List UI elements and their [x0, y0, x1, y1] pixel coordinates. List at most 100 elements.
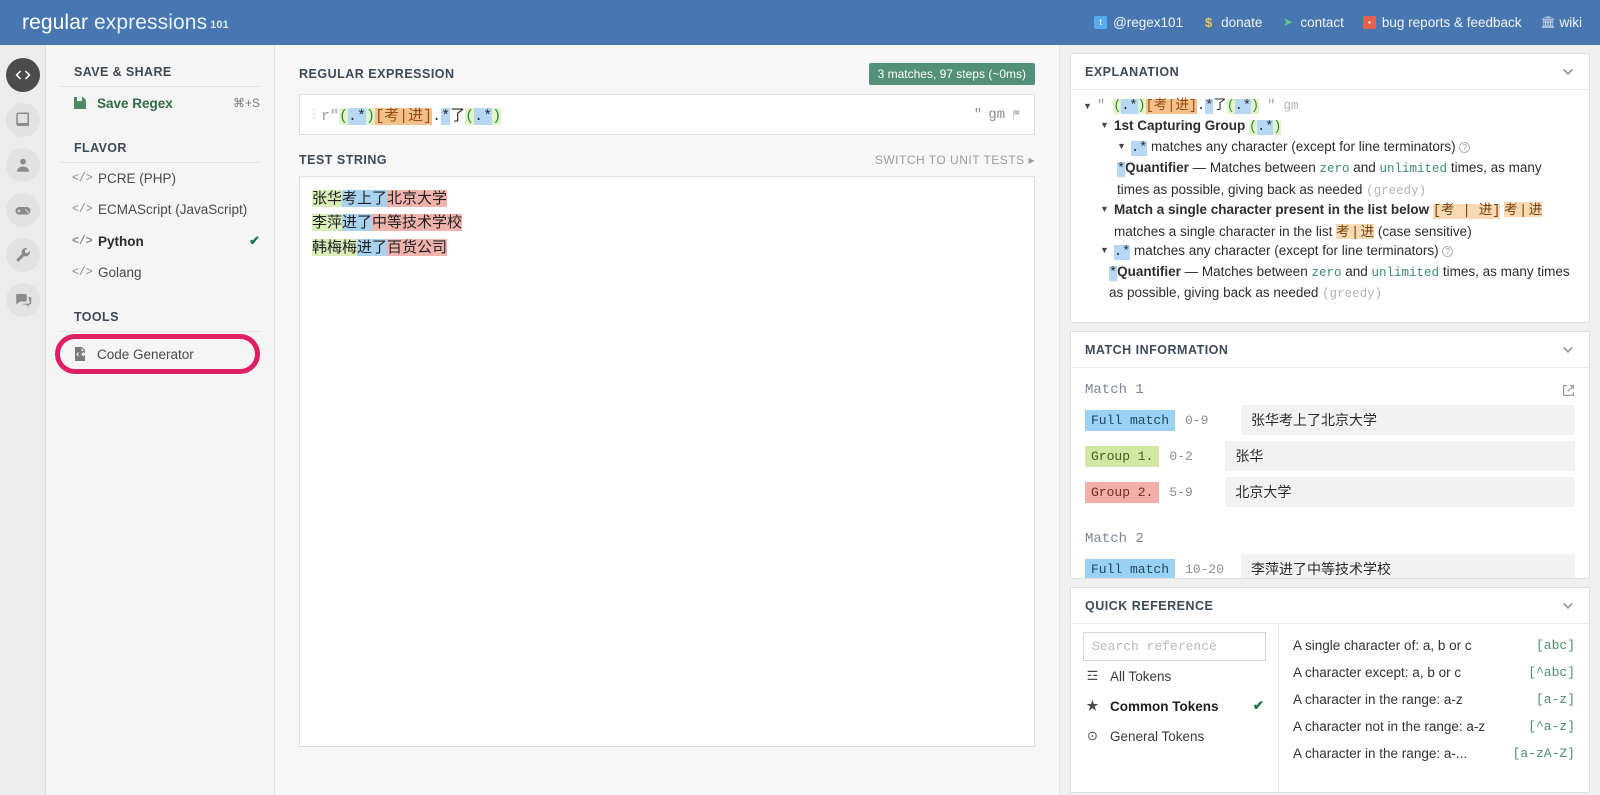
- dot2-desc-text: .* matches any character (except for lin…: [1114, 241, 1454, 262]
- nav-link-contact[interactable]: ➤ contact: [1281, 15, 1344, 30]
- disclosure-triangle-icon[interactable]: ▼: [1100, 241, 1109, 260]
- explanation-root-row[interactable]: ▼ " (.*)[考|进].*了(.*) " gm: [1083, 97, 1577, 116]
- list-item[interactable]: A character not in the range: a-z [^a-z]: [1293, 713, 1575, 740]
- disclosure-triangle-icon[interactable]: ▼: [1117, 137, 1126, 156]
- sidebar-item-code-generator[interactable]: Code Generator: [46, 334, 274, 374]
- sidebar-section-flavor: FLAVOR: [60, 135, 260, 163]
- switch-to-unit-tests-link[interactable]: SWITCH TO UNIT TESTS ▸: [875, 153, 1035, 167]
- test-string-line: 张华考上了北京大学: [312, 187, 1022, 211]
- regex-prefix: r": [321, 108, 340, 125]
- charclass-desc-a: matches a single character in the list: [1114, 223, 1333, 239]
- logo-word-regular: regular: [22, 10, 89, 34]
- sidebar-item-flavor-golang[interactable]: </> Golang: [46, 257, 274, 288]
- sidebar-item-flavor-python[interactable]: </> Python ✔: [46, 225, 274, 257]
- account-icon[interactable]: [5, 148, 40, 182]
- nav-link-bug-reports[interactable]: ▪ bug reports & feedback: [1362, 15, 1522, 30]
- quick-reference-item-general-tokens[interactable]: ⊙ General Tokens: [1083, 721, 1266, 751]
- list-item[interactable]: A character in the range: a-... [a-zA-Z]: [1293, 740, 1575, 767]
- regex-code[interactable]: r"(.*)[考|进].*了(.*): [321, 104, 974, 125]
- match-highlight: 进了: [357, 238, 388, 256]
- gamepad-icon[interactable]: [5, 193, 40, 227]
- search-reference-input[interactable]: [1083, 632, 1266, 661]
- library-icon[interactable]: [5, 103, 40, 137]
- dot-description: matches any character (except for line t…: [1133, 242, 1439, 258]
- app-shell: SAVE & SHARE Save Regex ⌘+S FLAVOR </> P…: [0, 45, 1600, 795]
- range-value: 0-9: [1185, 412, 1209, 428]
- regex-token: .*: [1121, 99, 1138, 114]
- test-string-editor[interactable]: 张华考上了北京大学 李萍进了中等技术学校 韩梅梅进了百货公司: [299, 177, 1035, 747]
- quantifier-text: *Quantifier — Matches between zero and u…: [1117, 158, 1577, 200]
- help-icon[interactable]: ?: [1459, 142, 1471, 154]
- match-highlight: 考上了: [342, 190, 388, 207]
- external-link-icon[interactable]: [1562, 384, 1575, 397]
- match-information-header[interactable]: MATCH INFORMATION: [1071, 332, 1589, 368]
- charclass-token: [考 | 进]: [1432, 204, 1501, 220]
- regex-section-title: REGULAR EXPRESSION: [299, 67, 455, 81]
- group1-highlight: 张华: [312, 190, 343, 207]
- test-string-title: TEST STRING: [299, 153, 388, 167]
- nav-label-contact: contact: [1300, 15, 1344, 30]
- explanation-charclass-row[interactable]: ▼ Match a single character present in th…: [1100, 200, 1577, 240]
- token-syntax: [a-z]: [1535, 692, 1575, 707]
- check-icon: ✔: [249, 233, 260, 248]
- explanation-flags: gm: [1283, 99, 1299, 113]
- logo-word-expressions: expressions: [94, 10, 208, 34]
- regex-token: [: [375, 108, 385, 125]
- chevron-down-icon[interactable]: [1561, 65, 1575, 79]
- regex-token: ]: [1188, 99, 1197, 114]
- regex-token: ): [492, 108, 502, 125]
- floppy-disk-icon: [74, 97, 86, 109]
- regex-section-header: REGULAR EXPRESSION 3 matches, 97 steps (…: [299, 45, 1035, 95]
- quick-reference-categories: ☲ All Tokens ★ Common Tokens ✔ ⊙ General…: [1071, 624, 1279, 792]
- nav-link-twitter[interactable]: t @regex101: [1094, 15, 1183, 30]
- disclosure-triangle-icon[interactable]: ▼: [1100, 200, 1109, 219]
- regex-token: (: [1226, 99, 1235, 114]
- sidebar-item-flavor-pcre[interactable]: </> PCRE (PHP): [46, 163, 274, 194]
- regex-flags[interactable]: gm: [988, 107, 1005, 123]
- flag-icon[interactable]: [1011, 109, 1022, 120]
- chevron-down-icon[interactable]: [1561, 599, 1575, 613]
- full-match-tag: Full match: [1085, 558, 1176, 578]
- match-value: 张华考上了北京大学: [1241, 405, 1575, 435]
- bug-icon: ▪: [1362, 16, 1376, 29]
- table-row: Full match 10-20 李萍进了中等技术学校: [1085, 554, 1575, 578]
- explanation-dot-row[interactable]: ▼ .* matches any character (except for l…: [1117, 137, 1577, 158]
- list-item[interactable]: A single character of: a, b or c [abc]: [1293, 632, 1575, 659]
- help-icon[interactable]: ?: [1442, 245, 1454, 257]
- tools-wrench-icon[interactable]: [5, 238, 40, 272]
- disclosure-triangle-icon[interactable]: ▼: [1083, 97, 1092, 116]
- explanation-header[interactable]: EXPLANATION: [1071, 54, 1589, 90]
- chevron-down-icon[interactable]: [1561, 343, 1575, 357]
- regex-input[interactable]: ⋮ r"(.*)[考|进].*了(.*) " gm: [299, 95, 1035, 135]
- dot-desc-text: .* matches any character (except for lin…: [1131, 137, 1471, 158]
- list-item[interactable]: A character except: a, b or c [^abc]: [1293, 659, 1575, 686]
- regex-editor-icon[interactable]: [5, 58, 40, 92]
- nav-link-wiki[interactable]: 🏛 wiki: [1541, 15, 1583, 30]
- top-bar: regular expressions 101 t @regex101 $ donat…: [0, 0, 1600, 45]
- site-logo[interactable]: regular expressions 101: [22, 11, 229, 35]
- code-tag-icon: </>: [72, 203, 93, 216]
- group2-highlight: 中等技术学校: [372, 214, 463, 232]
- token-description: A character in the range: a-...: [1293, 746, 1468, 761]
- regex-token: 了: [1213, 99, 1227, 114]
- quick-reference-header[interactable]: QUICK REFERENCE: [1071, 588, 1589, 624]
- quantifier-token: *: [1117, 162, 1126, 178]
- table-row: Group 2. 5-9 北京大学: [1085, 477, 1575, 507]
- sidebar-item-flavor-ecmascript[interactable]: </> ECMAScript (JavaScript): [46, 194, 274, 225]
- match-1-label: Match 1: [1085, 382, 1144, 398]
- explanation-group1-row[interactable]: ▼ 1st Capturing Group (.*): [1100, 116, 1577, 137]
- comments-icon[interactable]: [5, 283, 40, 317]
- regex-token: ]: [423, 108, 433, 125]
- charclass-inner: 考 | 进: [1504, 202, 1543, 218]
- match-highlight: 进了: [342, 214, 373, 232]
- match-label: Match 1: [1085, 372, 1575, 405]
- nav-link-donate[interactable]: $ donate: [1202, 15, 1262, 30]
- regex-flags-area[interactable]: " gm: [974, 107, 1022, 123]
- disclosure-triangle-icon[interactable]: ▼: [1100, 116, 1109, 135]
- sidebar-item-save-regex[interactable]: Save Regex ⌘+S: [46, 87, 274, 119]
- quick-reference-item-all-tokens[interactable]: ☲ All Tokens: [1083, 661, 1266, 691]
- quick-reference-item-common-tokens[interactable]: ★ Common Tokens ✔: [1083, 691, 1266, 721]
- explanation-dot2-row[interactable]: ▼ .* matches any character (except for l…: [1100, 241, 1577, 262]
- list-item[interactable]: A character in the range: a-z [a-z]: [1293, 686, 1575, 713]
- save-regex-label: Save Regex: [97, 95, 173, 111]
